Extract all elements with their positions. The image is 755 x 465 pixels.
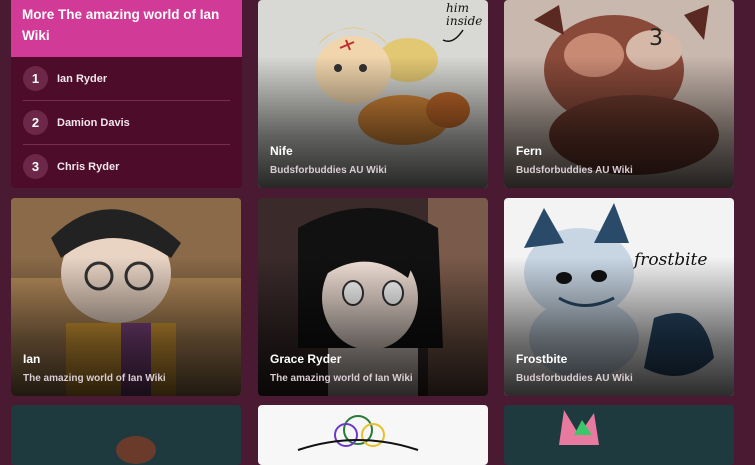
- card-thumbnail: [11, 405, 241, 465]
- wiki-card-fern[interactable]: 3 Fern Budsforbuddies AU Wiki: [504, 0, 734, 188]
- card-wiki-name: The amazing world of Ian Wiki: [23, 373, 166, 384]
- card-wiki-name: The amazing world of Ian Wiki: [270, 373, 413, 384]
- list-item-link[interactable]: Ian Ryder: [57, 73, 107, 85]
- card-title[interactable]: Ian: [23, 352, 40, 366]
- rank-badge: 2: [23, 110, 48, 135]
- card-wiki-name: Budsforbuddies AU Wiki: [270, 165, 387, 176]
- more-wiki-panel: More The amazing world of Ian Wiki 1 Ian…: [11, 0, 242, 188]
- rank-badge: 3: [23, 154, 48, 179]
- wiki-card-partial[interactable]: [504, 405, 734, 465]
- wiki-card-nife[interactable]: him inside Nife Budsforbuddies AU Wiki: [258, 0, 488, 188]
- list-item[interactable]: 2 Damion Davis: [23, 101, 230, 145]
- svg-text:3: 3: [649, 26, 663, 51]
- rank-badge: 1: [23, 66, 48, 91]
- list-item[interactable]: 3 Chris Ryder: [23, 145, 230, 188]
- wiki-card-partial[interactable]: [258, 405, 488, 465]
- card-title[interactable]: Fern: [516, 144, 542, 158]
- card-wiki-name: Budsforbuddies AU Wiki: [516, 165, 633, 176]
- panel-title: More The amazing world of Ian Wiki: [11, 0, 242, 57]
- card-title[interactable]: Grace Ryder: [270, 352, 341, 366]
- card-wiki-name: Budsforbuddies AU Wiki: [516, 373, 633, 384]
- wiki-card-partial[interactable]: [11, 405, 241, 465]
- list-item[interactable]: 1 Ian Ryder: [23, 57, 230, 101]
- wiki-card-ian[interactable]: Ian The amazing world of Ian Wiki: [11, 198, 241, 396]
- wiki-card-grace-ryder[interactable]: Grace Ryder The amazing world of Ian Wik…: [258, 198, 488, 396]
- ranked-list: 1 Ian Ryder 2 Damion Davis 3 Chris Ryder: [11, 57, 242, 188]
- art-caption: him inside: [446, 1, 483, 28]
- card-title[interactable]: Nife: [270, 144, 293, 158]
- list-item-link[interactable]: Chris Ryder: [57, 161, 119, 173]
- card-thumbnail: [258, 405, 488, 465]
- wiki-card-frostbite[interactable]: frostbite Frostbite Budsforbuddies AU Wi…: [504, 198, 734, 396]
- list-item-link[interactable]: Damion Davis: [57, 117, 130, 129]
- card-title[interactable]: Frostbite: [516, 352, 567, 366]
- card-thumbnail: [504, 405, 734, 465]
